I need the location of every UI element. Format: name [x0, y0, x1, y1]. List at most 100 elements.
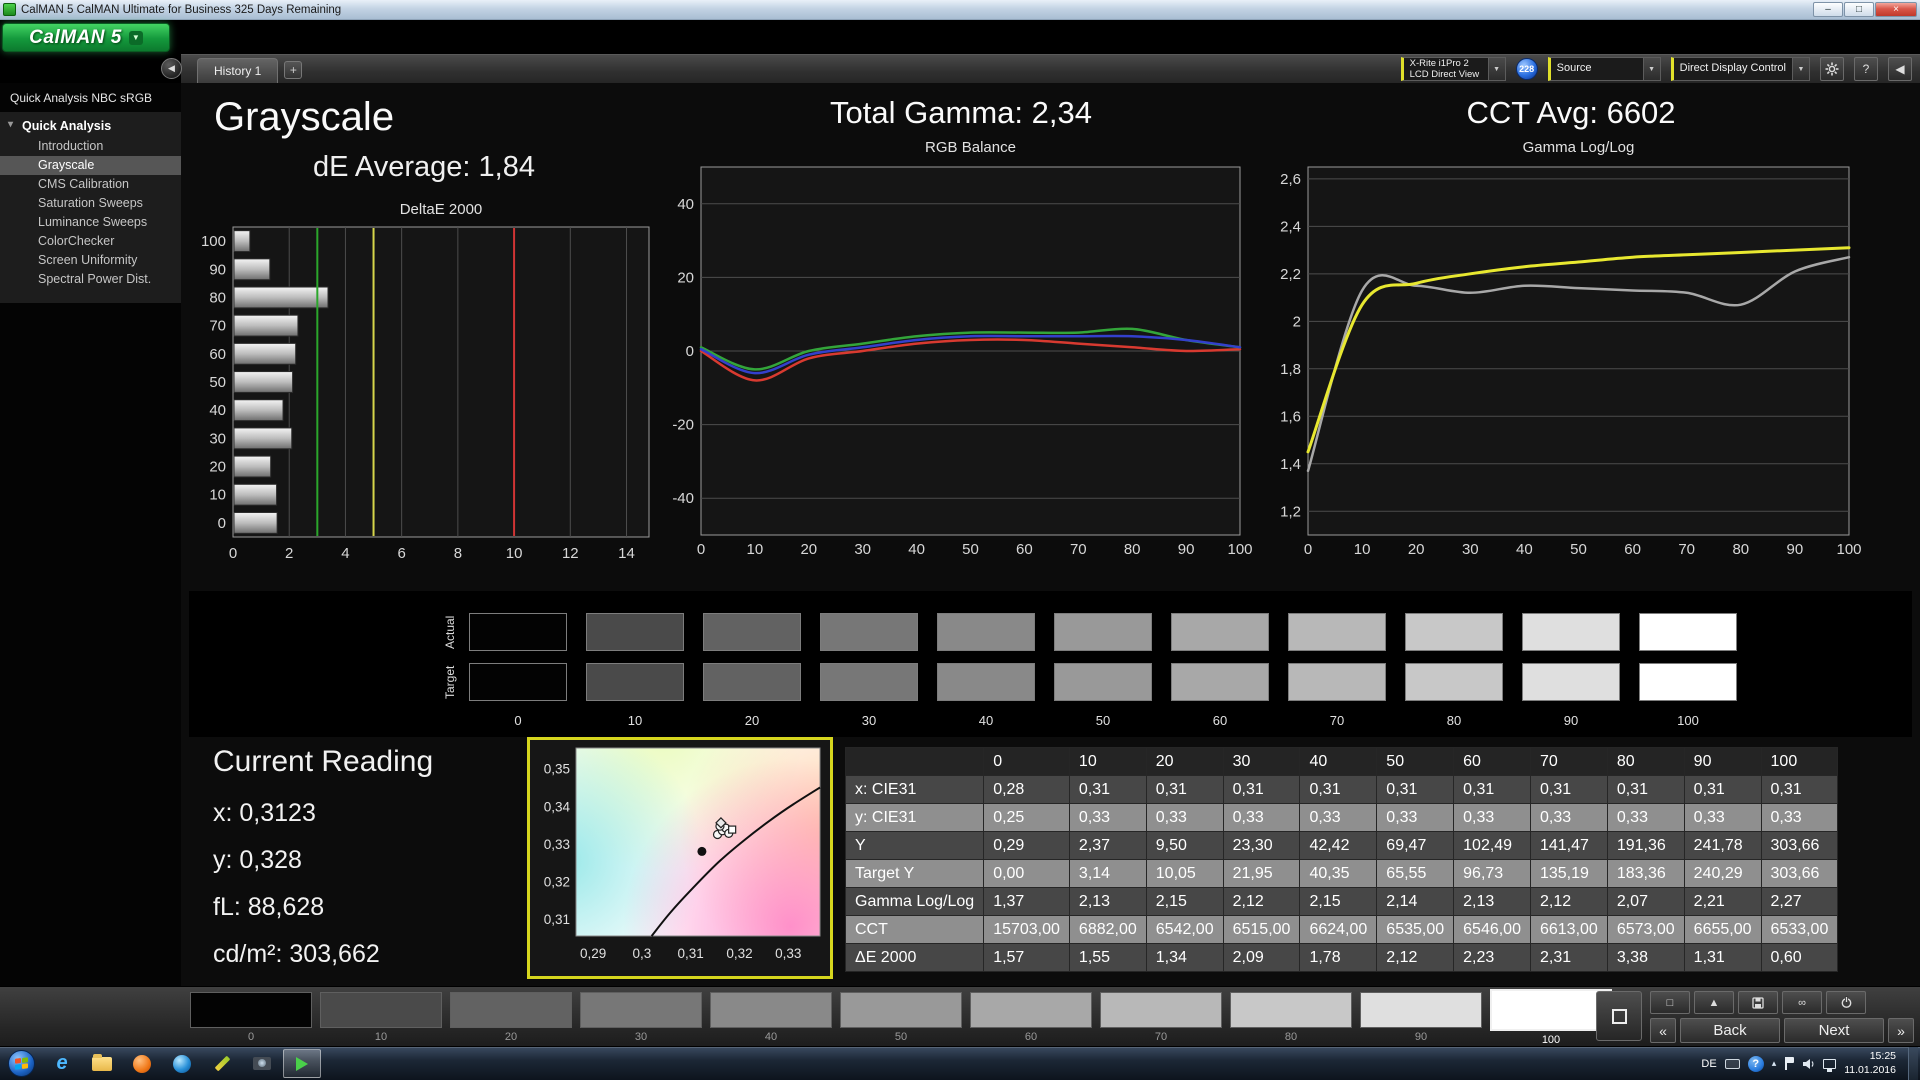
- mini-button-rows: □ ▲ ∞ « Back Next »: [1650, 991, 1914, 1043]
- actual-swatch-50: [1054, 613, 1152, 651]
- sidebar-item-screen-uniformity[interactable]: Screen Uniformity: [0, 251, 181, 270]
- language-indicator[interactable]: DE: [1701, 1058, 1716, 1070]
- settings-button[interactable]: [1820, 57, 1844, 81]
- level-button-20[interactable]: 20: [450, 992, 572, 1047]
- level-button-10[interactable]: 10: [320, 992, 442, 1047]
- back-button[interactable]: Back: [1680, 1018, 1780, 1043]
- svg-text:50: 50: [209, 374, 226, 391]
- svg-text:0,32: 0,32: [726, 946, 752, 961]
- action-center-icon[interactable]: [1784, 1057, 1795, 1070]
- eject-button[interactable]: ▲: [1694, 991, 1734, 1014]
- level-button-60[interactable]: 60: [970, 992, 1092, 1047]
- help-tray-icon[interactable]: ?: [1747, 1055, 1764, 1072]
- swatch-column-10: 10: [586, 613, 684, 731]
- sidebar-item-spectral-power-dist-[interactable]: Spectral Power Dist.: [0, 270, 181, 289]
- close-button[interactable]: ×: [1875, 2, 1917, 17]
- taskbar-explorer-button[interactable]: [83, 1049, 121, 1078]
- continuous-mode-button[interactable]: ∞: [1782, 991, 1822, 1014]
- sidebar-item-luminance-sweeps[interactable]: Luminance Sweeps: [0, 213, 181, 232]
- table-cell: 0,31: [1760, 775, 1839, 804]
- stop-button[interactable]: [1596, 991, 1642, 1041]
- fast-forward-button[interactable]: »: [1888, 1018, 1914, 1043]
- svg-text:10: 10: [1354, 541, 1371, 558]
- keyboard-icon[interactable]: [1724, 1058, 1740, 1069]
- table-cell: 2,14: [1376, 887, 1455, 916]
- level-button-90[interactable]: 90: [1360, 992, 1482, 1047]
- level-button-100[interactable]: 100: [1490, 989, 1612, 1047]
- hidden-icons-button[interactable]: ▴: [1772, 1058, 1777, 1069]
- level-button-0[interactable]: 0: [190, 992, 312, 1047]
- svg-text:40: 40: [908, 541, 925, 558]
- add-tab-button[interactable]: +: [284, 61, 303, 79]
- table-row: ΔE 2000 1,57 1,55 1,34 2,09 1,78 2,12 2,23 2,31 3…: [844, 943, 1839, 972]
- taskbar-editor-button[interactable]: [203, 1049, 241, 1078]
- level-button-70[interactable]: 70: [1100, 992, 1222, 1047]
- taskbar-calman-button[interactable]: [283, 1049, 321, 1078]
- table-cell: 0,29: [983, 831, 1070, 860]
- table-cell: 191,36: [1606, 831, 1685, 860]
- show-desktop-button[interactable]: [1908, 1047, 1918, 1080]
- table-cell: 0,33: [1683, 803, 1762, 832]
- table-cell: 2,12: [1529, 887, 1608, 916]
- sidebar-item-grayscale[interactable]: Grayscale: [0, 156, 181, 175]
- sidebar-item-colorchecker[interactable]: ColorChecker: [0, 232, 181, 251]
- level-button-80[interactable]: 80: [1230, 992, 1352, 1047]
- stop-small-button[interactable]: □: [1650, 991, 1690, 1014]
- svg-text:2: 2: [1293, 313, 1301, 330]
- table-cell: 6624,00: [1299, 915, 1378, 944]
- collapse-panel-button[interactable]: ◀: [1888, 57, 1912, 81]
- chevron-down-icon[interactable]: ▼: [1487, 58, 1505, 80]
- minimize-button[interactable]: –: [1813, 2, 1843, 17]
- level-button-40[interactable]: 40: [710, 992, 832, 1047]
- svg-text:0,35: 0,35: [544, 762, 570, 777]
- taskbar-ie-button[interactable]: e: [43, 1049, 81, 1078]
- help-button[interactable]: ?: [1854, 57, 1878, 81]
- chevron-down-icon[interactable]: ▼: [1792, 58, 1809, 80]
- chevron-down-icon[interactable]: ▼: [128, 30, 143, 45]
- display-control-dropdown[interactable]: Direct Display Control ▼: [1670, 57, 1810, 81]
- tab-back-button[interactable]: ◀: [161, 58, 182, 79]
- sidebar-item-introduction[interactable]: Introduction: [0, 137, 181, 156]
- power-button[interactable]: [1826, 991, 1866, 1014]
- control-bar: 0 10 20 30 40 50 60 70 80 90 100 □ ▲ ∞ « Back Next…: [0, 986, 1920, 1046]
- next-button[interactable]: Next: [1784, 1018, 1884, 1043]
- maximize-button[interactable]: □: [1844, 2, 1874, 17]
- stop-icon: [1611, 1008, 1627, 1024]
- table-cell: 2,13: [1068, 887, 1147, 916]
- meter-dropdown-text: X-Rite i1Pro 2 LCD Direct View: [1404, 58, 1488, 80]
- table-cell: 1,57: [983, 943, 1070, 972]
- save-button[interactable]: [1738, 991, 1778, 1014]
- current-reading-title: Current Reading: [213, 745, 434, 778]
- taskbar-browser-button[interactable]: [163, 1049, 201, 1078]
- table-row: Y 0,29 2,37 9,50 23,30 42,42 69,47 102,49 141,47…: [844, 831, 1839, 860]
- svg-text:100: 100: [1836, 541, 1861, 558]
- level-swatch-80: [1230, 992, 1352, 1028]
- table-row: CCT 15703,00 6882,00 6542,00 6515,00 6624,00 6…: [844, 915, 1839, 944]
- source-dropdown[interactable]: Source ▼: [1547, 57, 1661, 81]
- network-icon[interactable]: [1823, 1058, 1837, 1072]
- svg-text:70: 70: [1678, 541, 1695, 558]
- taskbar-capture-button[interactable]: [243, 1049, 281, 1078]
- swatch-column-0: 0: [469, 613, 567, 731]
- clock[interactable]: 15:25 11.01.2016: [1844, 1050, 1900, 1077]
- chevron-down-icon[interactable]: ▼: [1642, 58, 1660, 80]
- rewind-button[interactable]: «: [1650, 1018, 1676, 1043]
- sidebar-item-saturation-sweeps[interactable]: Saturation Sweeps: [0, 194, 181, 213]
- sidebar-item-cms-calibration[interactable]: CMS Calibration: [0, 175, 181, 194]
- sidebar-root-quick-analysis[interactable]: Quick Analysis: [0, 117, 181, 137]
- calman-logo[interactable]: CalMAN 5 ▼: [2, 23, 170, 52]
- svg-text:0: 0: [229, 545, 237, 562]
- start-button[interactable]: [8, 1050, 35, 1077]
- table-header-row: 0 10 20 30 40 50 60 70 80 90 100: [844, 747, 1839, 776]
- volume-icon[interactable]: [1802, 1058, 1815, 1070]
- meter-dropdown[interactable]: X-Rite i1Pro 2 LCD Direct View ▼: [1400, 57, 1506, 81]
- tab-history-1[interactable]: History 1: [197, 58, 279, 83]
- taskbar-media-button[interactable]: [123, 1049, 161, 1078]
- level-button-30[interactable]: 30: [580, 992, 702, 1047]
- level-buttons: 0 10 20 30 40 50 60 70 80 90 100: [190, 989, 1612, 1047]
- table-cell: 1,37: [983, 887, 1070, 916]
- gamma-chart-panel: Gamma Log/Log 1,2 1,4 1,6 1,8 2 2,2 2,4 2,6 0 10 2…: [1256, 137, 1861, 570]
- table-cell: 3,38: [1606, 943, 1685, 972]
- level-button-50[interactable]: 50: [840, 992, 962, 1047]
- meter-count-badge[interactable]: 228: [1515, 58, 1538, 80]
